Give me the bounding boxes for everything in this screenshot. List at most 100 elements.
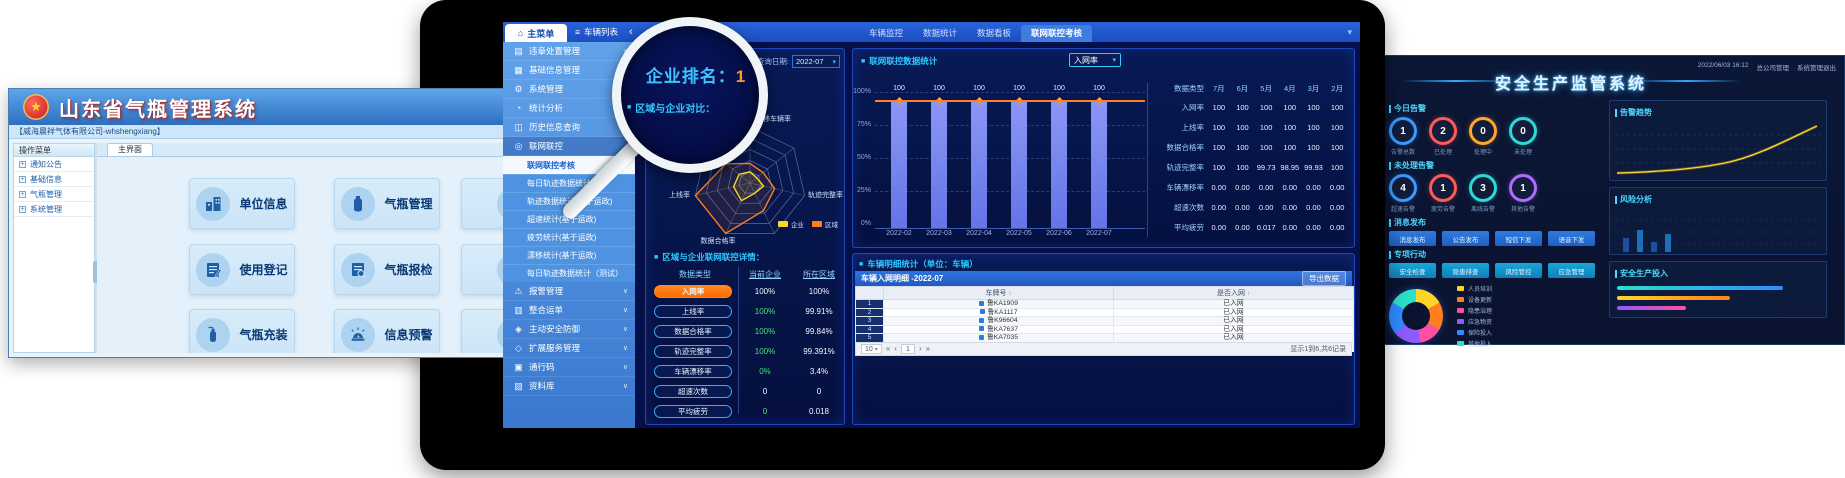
publish-button[interactable]: 隐患排查 xyxy=(1442,263,1489,278)
sidebar-menu-8[interactable]: ◈主动安全防御∨ xyxy=(503,320,635,339)
main-menu-tab[interactable]: ⌂ 主菜单 xyxy=(505,24,567,42)
lens-compare-title: 区域与企业对比： xyxy=(635,100,715,115)
sidebar-menu-7[interactable]: ▥整合运单∨ xyxy=(503,301,635,320)
expand-plus-icon[interactable]: + xyxy=(19,176,26,183)
month-col-header: 4月 xyxy=(1278,79,1302,97)
collapse-sidebar-icon[interactable]: ‹ xyxy=(629,22,633,42)
y-axis-tick: 0% xyxy=(853,220,871,227)
expand-plus-icon[interactable]: + xyxy=(19,206,26,213)
invest-bar xyxy=(1617,286,1783,290)
user-label[interactable]: 总公司管理 xyxy=(1757,62,1790,72)
metric-button-2[interactable]: 数据合格率 xyxy=(654,325,732,338)
bar-value-label: 100 xyxy=(1044,85,1074,92)
metric-button-3[interactable]: 轨迹完整率 xyxy=(654,345,732,358)
vehicle-row[interactable]: 2鲁KA1117已入网 xyxy=(856,308,1354,317)
dashboard-tab-1[interactable]: 数据统计 xyxy=(913,25,967,42)
vehicle-row[interactable]: 4鲁KA7637已入网 xyxy=(856,325,1354,334)
vehicle-row[interactable]: 3鲁K96604已入网 xyxy=(856,317,1354,326)
sidebar-menu-11[interactable]: ▨资料库∨ xyxy=(503,377,635,396)
sidebar-item-0[interactable]: +通知公告 xyxy=(14,157,94,172)
invest-legend: 人员培训设备更新隐患治理应急物资保险投入其他投入 xyxy=(1457,284,1492,348)
card-building[interactable]: 单位信息 xyxy=(189,178,295,229)
export-data-button[interactable]: 导出数据 xyxy=(1302,271,1346,286)
first-page-button[interactable]: « xyxy=(886,344,890,354)
prev-page-button[interactable]: ‹ xyxy=(894,344,897,354)
vehicle-icon xyxy=(980,309,985,314)
sidebar-menu-5[interactable]: ◎联网联控 xyxy=(503,137,635,156)
query-date-select[interactable]: 2022-07 ▾ xyxy=(792,55,840,68)
sidebar-menu-9[interactable]: ◇扩展服务管理∨ xyxy=(503,339,635,358)
bar-2022-05 xyxy=(1011,101,1027,228)
sidebar-menu-label: 报警管理 xyxy=(529,285,563,297)
dashboard-tab-0[interactable]: 车辆监控 xyxy=(859,25,913,42)
sidebar-menu-6[interactable]: ⚠报警管理∨ xyxy=(503,282,635,301)
expand-plus-icon[interactable]: + xyxy=(19,191,26,198)
metric-select[interactable]: 入网率 ▾ xyxy=(1069,53,1121,67)
vehicle-tab[interactable]: 车辆入网明细 -2022-07 xyxy=(861,273,943,284)
status-col-header[interactable]: 是否入网↕ xyxy=(1114,287,1354,300)
card-cylinder[interactable]: 气瓶管理 xyxy=(334,178,440,229)
metric-button-0[interactable]: 入网率 xyxy=(654,285,732,298)
month-col-header: 6月 xyxy=(1231,79,1255,97)
company-value: 0 xyxy=(742,387,788,396)
last-page-button[interactable]: » xyxy=(926,344,930,354)
publish-button[interactable]: 应急管理 xyxy=(1548,263,1595,278)
page-size-select[interactable]: 10 ▾ xyxy=(861,344,882,354)
publish-button[interactable]: 短信下发 xyxy=(1495,231,1542,246)
sidebar-submenu-5[interactable]: 漂移统计(基于运政) xyxy=(503,246,635,264)
sidebar-menu-0[interactable]: ▤违章处置管理∨ xyxy=(503,42,635,61)
publish-button[interactable]: 风险管控 xyxy=(1495,263,1542,278)
network-stats-panel: ■ 联网联控数据统计 入网率 ▾ 100%75%50%25%0%10010010… xyxy=(852,48,1355,248)
vehicle-icon xyxy=(979,301,984,306)
metric-button-6[interactable]: 平均疲劳 xyxy=(654,405,732,418)
section-title-0: 今日告警 xyxy=(1389,103,1601,114)
card-alarm[interactable]: 信息预警 xyxy=(334,309,440,353)
sidebar-item-2[interactable]: +气瓶管理 xyxy=(14,187,94,202)
sidebar-item-1[interactable]: +基础信息 xyxy=(14,172,94,187)
metric-button-5[interactable]: 超速次数 xyxy=(654,385,732,398)
card-inspect[interactable]: 气瓶报检 xyxy=(334,244,440,295)
metric-button-4[interactable]: 车辆漂移率 xyxy=(654,365,732,378)
button-row: 安全检查隐患排查风险管控应急管理 xyxy=(1389,263,1601,278)
stat-ring: 0处理中 xyxy=(1469,117,1497,156)
stat-ring: 3离线告警 xyxy=(1469,174,1497,213)
company-value: 100% xyxy=(742,307,788,316)
metric-button-1[interactable]: 上线率 xyxy=(654,305,732,318)
plate-col-header[interactable]: 车牌号↕ xyxy=(884,287,1114,300)
sidebar-submenu-4[interactable]: 疲劳统计(基于运政) xyxy=(503,228,635,246)
sidebar-item-3[interactable]: +系统管理 xyxy=(14,202,94,217)
card-register[interactable]: 使用登记 xyxy=(189,244,295,295)
stat-ring: 4超速告警 xyxy=(1389,174,1417,213)
history-icon: ◫ xyxy=(513,122,524,133)
sidebar-submenu-6[interactable]: 每日轨迹数据统计（测试） xyxy=(503,264,635,282)
sort-icon[interactable]: ↕ xyxy=(1009,291,1012,297)
invest-panel-title: 安全生产投入 xyxy=(1615,268,1821,279)
sidebar-menu-4[interactable]: ◫历史信息查询∨ xyxy=(503,118,635,137)
card-filling[interactable]: 气瓶充装 xyxy=(189,309,295,353)
logout-link[interactable]: 系统管理退出 xyxy=(1797,62,1836,72)
dashboard-tab-2[interactable]: 数据看板 xyxy=(967,25,1021,42)
caret-down-icon: ▾ xyxy=(875,346,878,353)
collapse-panel-icon[interactable]: ▾ xyxy=(1347,22,1352,42)
expand-plus-icon[interactable]: + xyxy=(19,161,26,168)
publish-button[interactable]: 公告发布 xyxy=(1442,231,1489,246)
vehicle-list-label: 车辆列表 xyxy=(584,26,618,38)
risk-panel: 风险分析 xyxy=(1609,187,1827,255)
x-axis-label: 2022-05 xyxy=(997,230,1041,237)
sort-icon[interactable]: ↕ xyxy=(1247,291,1250,297)
month-table-row: 超速次数0.000.000.000.000.000.00 xyxy=(1151,197,1349,217)
vehicle-row[interactable]: 1鲁KA1909已入网 xyxy=(856,300,1354,309)
x-axis-label: 2022-04 xyxy=(957,230,1001,237)
page-number-input[interactable]: 1 xyxy=(901,344,915,354)
ring-value: 1 xyxy=(1509,174,1537,202)
vehicle-list-button[interactable]: ≡ 车辆列表 xyxy=(575,22,618,42)
publish-button[interactable]: 安全检查 xyxy=(1389,263,1436,278)
tab-main-screen[interactable]: 主界面 xyxy=(107,143,153,156)
next-page-button[interactable]: › xyxy=(919,344,922,354)
building-icon xyxy=(196,187,230,221)
publish-button[interactable]: 语音下发 xyxy=(1548,231,1595,246)
sidebar-menu-10[interactable]: ▣通行码∨ xyxy=(503,358,635,377)
extension-icon: ◇ xyxy=(513,343,524,354)
publish-button[interactable]: 消息发布 xyxy=(1389,231,1436,246)
dashboard-tab-3[interactable]: 联网联控考核 xyxy=(1021,25,1092,42)
